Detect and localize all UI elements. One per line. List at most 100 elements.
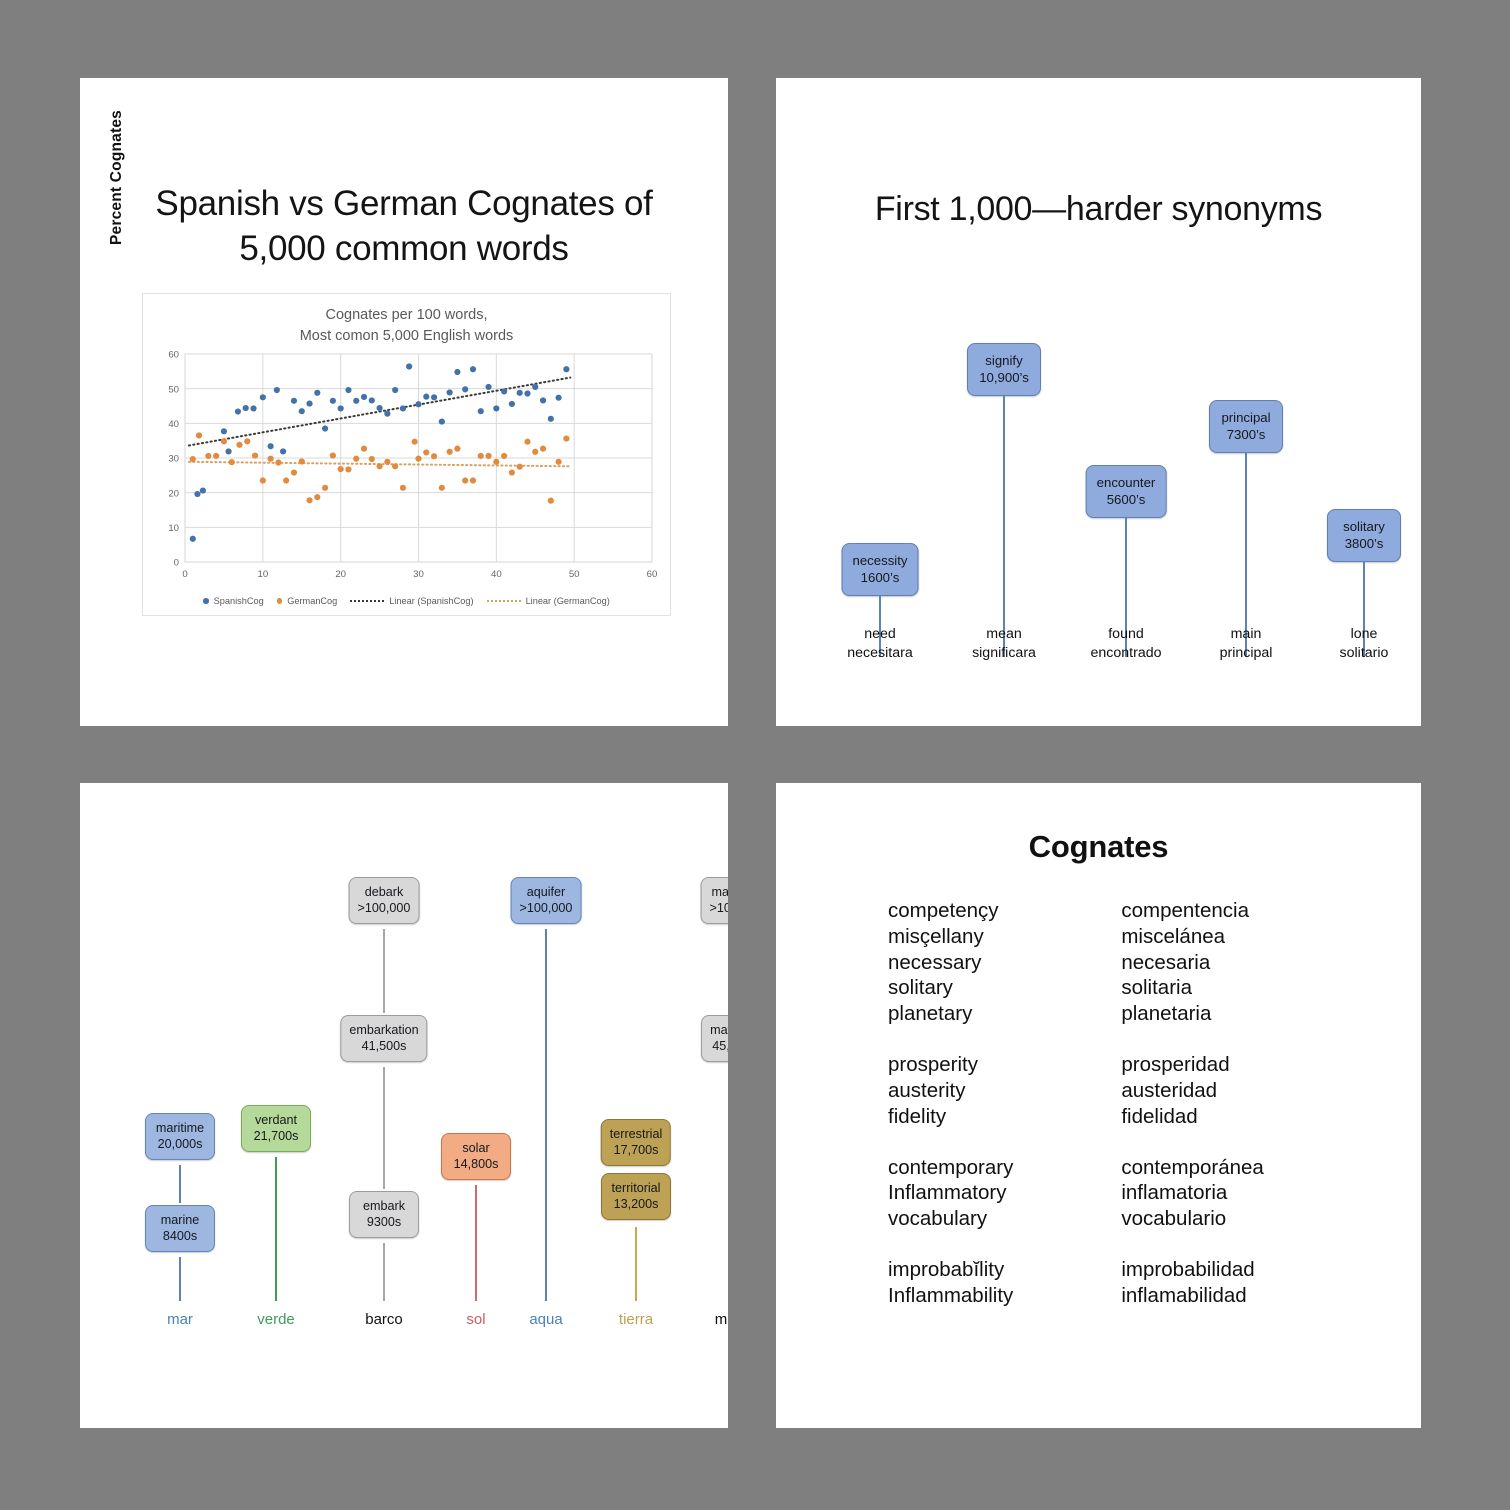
root-connector bbox=[179, 1257, 181, 1301]
svg-text:0: 0 bbox=[182, 569, 187, 580]
svg-text:30: 30 bbox=[168, 454, 179, 465]
cognate-word-english: vocabulary bbox=[888, 1207, 988, 1231]
root-chip-embarkation[interactable]: embarkation 41,500s bbox=[340, 1015, 428, 1062]
synonym-column-mean: signify 10,900’s mean significara bbox=[944, 253, 1064, 673]
chart-plot-area: 0 10 20 30 40 50 60 0 10 20 30 40 50 60 bbox=[143, 294, 672, 617]
root-connector bbox=[383, 1067, 385, 1189]
chip-count: 13,200s bbox=[613, 1197, 659, 1212]
synonym-stem bbox=[1003, 395, 1005, 657]
chip-count: 45,700’s bbox=[712, 1039, 728, 1054]
cognates-group: prosperity austerity fidelity bbox=[888, 1052, 1013, 1129]
root-chip-maritime[interactable]: maritime 20,000s bbox=[145, 1113, 215, 1160]
root-chip-maternity[interactable]: maternity 45,700’s bbox=[701, 1015, 728, 1062]
cognate-word-english: necessary bbox=[888, 950, 982, 974]
cognate-word-spanish: fidelidad bbox=[1121, 1104, 1198, 1128]
leaf-english: mean bbox=[986, 626, 1022, 642]
cognate-word-spanish: improbabilidad bbox=[1121, 1258, 1255, 1282]
cognate-word-english: planetary bbox=[888, 1002, 973, 1026]
synonym-leaf-main: main principal bbox=[1186, 625, 1306, 663]
leaf-spanish: necesitara bbox=[847, 645, 913, 662]
root-chip-aquifer[interactable]: aquifer >100,000 bbox=[510, 877, 582, 924]
chip-word: aquifer bbox=[526, 885, 566, 899]
svg-text:20: 20 bbox=[168, 488, 179, 499]
cognate-word-english: contemporary bbox=[888, 1155, 1014, 1179]
cognate-word-spanish: contemporánea bbox=[1121, 1155, 1264, 1179]
chip-word: encounter bbox=[1096, 475, 1156, 490]
chip-count: 5600’s bbox=[1106, 492, 1146, 508]
chip-word: marine bbox=[160, 1213, 200, 1227]
root-chip-verdant[interactable]: verdant 21,700s bbox=[241, 1105, 311, 1152]
chip-count: 17,700s bbox=[613, 1143, 659, 1158]
synonym-chip-principal[interactable]: principal 7300’s bbox=[1209, 400, 1283, 453]
chip-word: maritime bbox=[155, 1121, 205, 1135]
synonym-column-main: principal 7300’s main principal bbox=[1186, 253, 1306, 673]
leaf-english: lone bbox=[1350, 626, 1378, 642]
chip-word: verdant bbox=[254, 1113, 297, 1127]
root-connector bbox=[275, 1157, 277, 1301]
slide-panel-chart: Spanish vs German Cognates of 5,000 comm… bbox=[80, 78, 728, 726]
svg-text:50: 50 bbox=[569, 569, 580, 580]
svg-text:40: 40 bbox=[491, 569, 502, 580]
chip-count: 7300’s bbox=[1226, 427, 1266, 443]
slide-panel-cognates: Cognates competençy misçellany necessary so… bbox=[776, 783, 1421, 1428]
chip-word: signify bbox=[985, 353, 1023, 368]
synonym-chip-encounter[interactable]: encounter 5600’s bbox=[1085, 465, 1167, 518]
synonym-chip-signify[interactable]: signify 10,900’s bbox=[967, 343, 1041, 396]
chip-count: 21,700s bbox=[253, 1129, 299, 1144]
cognate-word-spanish: compentencia bbox=[1121, 899, 1249, 922]
root-connector bbox=[383, 1243, 385, 1301]
page-title: First 1,000—harder synonyms bbox=[874, 190, 1323, 228]
chip-word: debark bbox=[364, 885, 404, 899]
cognates-group: contemporary Inflammatory vocabulary bbox=[888, 1155, 1013, 1232]
legend-item-linear-germancog[interactable]: Linear (GermanCog) bbox=[486, 596, 610, 606]
chip-count: 1600’s bbox=[860, 570, 900, 586]
legend-label: GermanCog bbox=[287, 596, 338, 606]
chip-count: 20,000s bbox=[157, 1137, 203, 1152]
root-chip-marine[interactable]: marine 8400s bbox=[145, 1205, 215, 1252]
synonym-chip-solitary[interactable]: solitary 3800’s bbox=[1327, 509, 1401, 562]
page-title: Cognates bbox=[1028, 829, 1169, 864]
chip-word: terrestrial bbox=[609, 1127, 663, 1141]
chip-word: principal bbox=[1221, 410, 1271, 425]
cognate-word-spanish: solitaria bbox=[1121, 976, 1192, 1000]
slide-panel-synonyms: First 1,000—harder synonyms necessity 160… bbox=[776, 78, 1421, 726]
cognates-group: compentencia miscelánea necesaria solitaria… bbox=[1121, 898, 1263, 1027]
root-column-verde: verdant 21,700s verde bbox=[220, 783, 332, 1403]
chip-word: maternal bbox=[711, 885, 728, 899]
legend-item-germancog[interactable]: GermanCog bbox=[276, 596, 338, 606]
root-label-madre: madre bbox=[714, 1311, 728, 1328]
root-chip-debark[interactable]: debark >100,000 bbox=[348, 877, 420, 924]
root-connector bbox=[383, 929, 385, 1013]
root-chip-terrestrial[interactable]: terrestrial 17,700s bbox=[600, 1119, 672, 1166]
leaf-spanish: principal bbox=[1219, 645, 1273, 662]
legend-item-linear-spanishcog[interactable]: Linear (SpanishCog) bbox=[350, 596, 474, 606]
root-tree-diagram: maritime 20,000s marine 8400s mar verdant 21,7… bbox=[80, 783, 728, 1428]
synonym-column-found: encounter 5600’s found encontrado bbox=[1066, 253, 1186, 673]
root-connector bbox=[475, 1185, 477, 1301]
cognate-word-english: solitary bbox=[888, 976, 953, 1000]
svg-text:0: 0 bbox=[174, 558, 179, 569]
root-label-tierra: tierra bbox=[618, 1311, 654, 1328]
synonym-column-lone: solitary 3800’s lone solitario bbox=[1304, 253, 1421, 673]
root-chip-territorial[interactable]: territorial 13,200s bbox=[601, 1173, 671, 1220]
chip-count: >100,000 bbox=[709, 901, 728, 916]
chip-word: territorial bbox=[611, 1181, 661, 1195]
chip-word: maternity bbox=[710, 1023, 728, 1037]
cognate-word-english: austerity bbox=[888, 1078, 966, 1102]
root-chip-maternal[interactable]: maternal >100,000 bbox=[700, 877, 728, 924]
chip-count: >100,000 bbox=[357, 901, 411, 916]
cognate-word-spanish: planetaria bbox=[1121, 1002, 1212, 1026]
cognates-column-spanish: compentencia miscelánea necesaria solitaria… bbox=[1121, 898, 1263, 1309]
cognate-word-english: prosperity bbox=[888, 1053, 979, 1077]
chip-word: embarkation bbox=[349, 1023, 419, 1037]
leaf-english: found bbox=[1108, 626, 1144, 642]
chip-count: 9300s bbox=[366, 1215, 402, 1230]
legend-item-spanishcog[interactable]: SpanishCog bbox=[203, 596, 264, 606]
root-chip-embark[interactable]: embark 9300s bbox=[349, 1191, 419, 1238]
chart-y-axis-title: Percent Cognates bbox=[108, 110, 125, 245]
cognates-group: contemporánea inflamatoria vocabulario bbox=[1121, 1155, 1263, 1232]
synonym-chip-necessity[interactable]: necessity 1600’s bbox=[841, 543, 919, 596]
leaf-spanish: encontrado bbox=[1090, 645, 1162, 662]
slide-panel-root-tree: maritime 20,000s marine 8400s mar verdant 21,7… bbox=[80, 783, 728, 1428]
chart-legend: SpanishCog GermanCog Linear (SpanishCog) Li… bbox=[143, 596, 670, 606]
